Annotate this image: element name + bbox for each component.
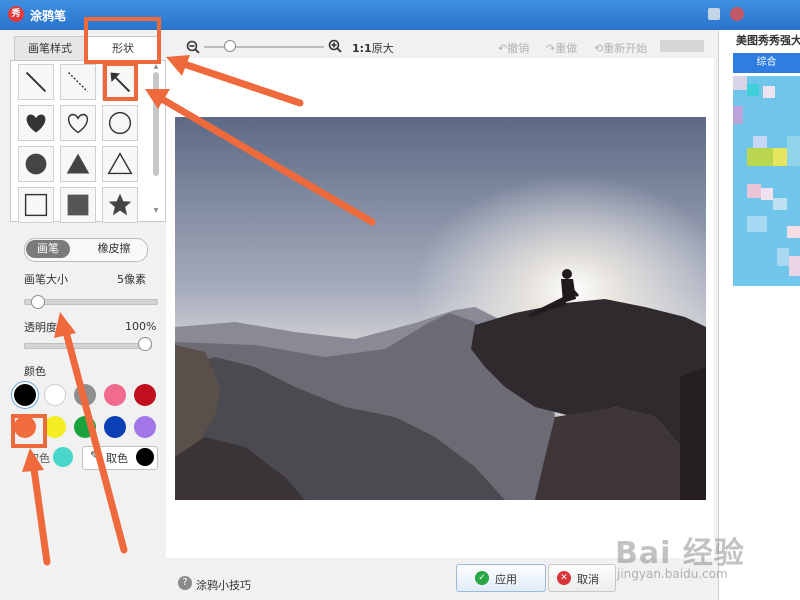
- arrow-to-shape-tab: [174, 58, 304, 107]
- annotation-arrows: [22, 55, 376, 566]
- arrow-head-icon: [54, 312, 76, 338]
- arrow-to-brush-slider: [61, 324, 128, 554]
- arrow-to-color: [29, 458, 51, 566]
- arrow-head-icon: [22, 448, 44, 472]
- arrow-to-arrow-shape: [151, 91, 376, 226]
